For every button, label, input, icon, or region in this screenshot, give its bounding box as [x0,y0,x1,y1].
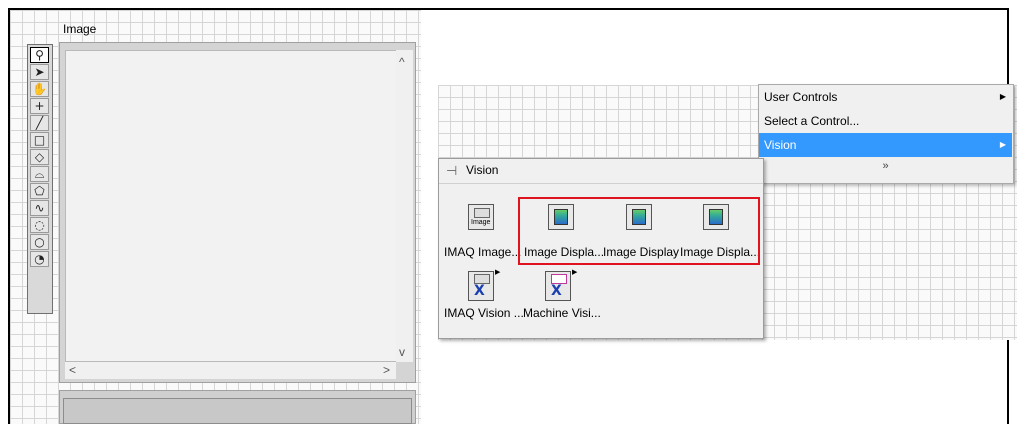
oval-tool-icon[interactable]: ○ [30,234,49,250]
palette-title: Vision [466,163,499,177]
palette-item-label[interactable]: IMAQ Vision ... [444,306,524,320]
icon-caption: Image [471,219,491,226]
imaq-vision-icon[interactable]: X [468,271,494,301]
thumbtack-icon[interactable]: ⊣ [446,164,457,177]
image-control-label: Image [63,22,97,36]
vision-x-icon: X [551,283,562,299]
submenu-arrow-icon: ▶ [999,140,1006,149]
rotated-rectangle-tool-icon[interactable]: ◇ [30,149,49,165]
image-display-area[interactable] [65,50,397,362]
scroll-up-icon[interactable]: ^ [399,56,405,68]
palette-item-label[interactable]: IMAQ Image... [444,245,521,259]
highlight-annotation-box [518,197,760,265]
vision-x-icon: X [474,283,485,299]
freehand-line-tool-icon[interactable]: ∿ [30,200,49,216]
submenu-arrow-icon: ▶ [572,269,578,276]
menu-item-label: Select a Control... [764,114,860,128]
horizontal-scrollbar[interactable]: < > [65,362,396,379]
scroll-right-icon[interactable]: > [383,364,390,376]
menu-item-select-control[interactable]: Select a Control... [759,109,1012,133]
menu-item-label: User Controls [764,90,838,104]
palette-item-label[interactable]: Machine Visi... [523,306,601,320]
broken-annulus-tool-icon[interactable]: ◔ [30,251,49,267]
vertical-scrollbar[interactable]: ^ v [396,50,413,362]
scroll-down-icon[interactable]: v [399,346,405,358]
pan-tool-icon[interactable]: ✋ [30,81,49,97]
zoom-tool-icon[interactable]: ⚲ [30,47,49,63]
image-status-field [63,398,412,424]
line-tool-icon[interactable]: ╱ [30,115,49,131]
point-tool-icon[interactable]: + [30,98,49,114]
machine-vision-icon[interactable]: X [545,271,571,301]
image-box-icon [474,208,490,218]
freehand-region-tool-icon[interactable]: ◌ [30,217,49,233]
submenu-arrow-icon: ▶ [495,269,501,276]
rectangle-tool-icon[interactable]: □ [30,132,49,148]
menu-item-vision[interactable]: Vision ▶ [759,133,1012,157]
pointer-tool-icon[interactable]: ➤ [30,64,49,80]
menu-item-user-controls[interactable]: User Controls ▶ [759,85,1012,109]
scroll-left-icon[interactable]: < [69,364,76,376]
polygon-tool-icon[interactable]: ⬠ [30,183,49,199]
imaq-image-icon[interactable]: Image [468,204,494,230]
annulus-tool-icon[interactable]: ⌓ [30,166,49,182]
menu-item-label: Vision [764,138,797,152]
submenu-arrow-icon: ▶ [999,92,1006,101]
menu-more-chevron-icon[interactable]: » [759,155,1012,177]
